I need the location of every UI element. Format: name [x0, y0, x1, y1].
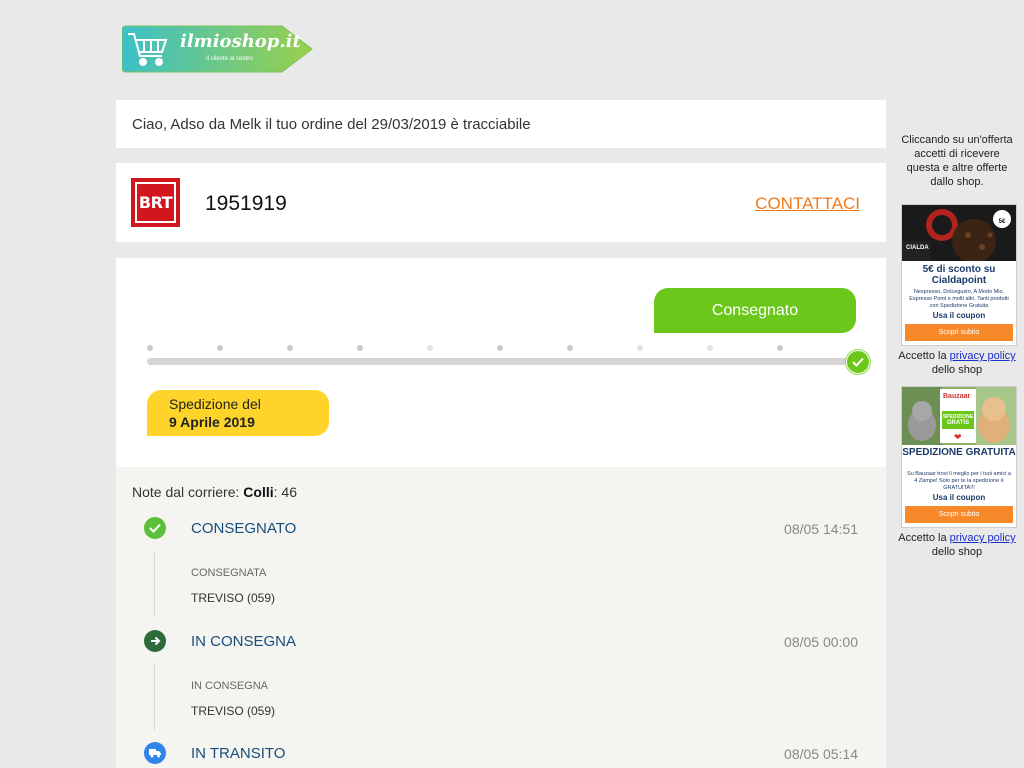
- accept-prefix: Accetto la: [898, 532, 950, 544]
- privacy-accept-1: Accetto la privacy policy dello shop: [897, 349, 1017, 377]
- event-location: TREVISO (059): [191, 591, 276, 605]
- ad-headline: SPEDIZIONE GRATUITA: [902, 447, 1016, 458]
- progress-dot: [777, 345, 783, 351]
- colli-value: : 46: [273, 484, 297, 500]
- progress-dot: [567, 345, 573, 351]
- tracking-history: Note dal corriere: Colli: 46 CONSEGNATO …: [116, 467, 886, 768]
- progress-complete-icon: [846, 350, 870, 374]
- privacy-policy-link[interactable]: privacy policy: [950, 350, 1016, 362]
- ad-cialdapoint[interactable]: 5€ CIALDA 5€ di sconto su Cialdapoint Ne…: [901, 204, 1017, 346]
- ad-brand: CIALDA: [906, 245, 929, 251]
- progress-dot: [147, 345, 153, 351]
- ad-badge-line2: GRATIS: [946, 420, 970, 426]
- event-detail: CONSEGNATA: [191, 567, 267, 579]
- status-pill-label: Consegnato: [711, 301, 799, 319]
- greeting-card: Ciao, Adso da Melk il tuo ordine del 29/…: [116, 100, 886, 148]
- tracking-number: 1951919: [205, 192, 287, 215]
- arrow-right-icon: [144, 630, 166, 652]
- brt-logo: BRT: [131, 178, 180, 227]
- greeting-text: Ciao, Adso da Melk il tuo ordine del 29/…: [132, 116, 531, 133]
- ad-discover-button[interactable]: Scopri subito: [905, 506, 1013, 523]
- event-time: 08/05 05:14: [784, 746, 858, 762]
- logo-text: ilmioshop.it: [180, 31, 301, 52]
- logo-tagline: Il cliente al centro: [206, 56, 253, 62]
- truck-icon: [144, 742, 166, 764]
- ad-cta-text: Usa il coupon: [932, 311, 986, 320]
- ad-cta-text: Usa il coupon: [932, 493, 986, 502]
- progress-dots: [116, 343, 886, 353]
- ad-headline: 5€ di sconto su Cialdapoint: [922, 264, 996, 286]
- shipment-line1: Spedizione del: [169, 396, 261, 412]
- shipment-line2: 9 Aprile 2019: [169, 414, 255, 430]
- ad-body: Su Bauzaar trovi il meglio per i tuoi am…: [907, 471, 1011, 491]
- status-panel: Consegnato Spedizione del 9 Aprile 2019: [116, 258, 886, 468]
- contact-link[interactable]: CONTATTACI: [755, 194, 860, 214]
- shop-logo[interactable]: ilmioshop.it Il cliente al centro: [121, 24, 314, 74]
- event-title: IN TRANSITO: [191, 745, 286, 762]
- notes-prefix: Note dal corriere:: [132, 484, 244, 500]
- timeline-line: [154, 664, 155, 730]
- ad-bauzaar[interactable]: Bauzaar SPEDIZIONE GRATIS ❤ SPEDIZIONE G…: [901, 386, 1017, 528]
- event-time: 08/05 14:51: [784, 521, 858, 537]
- progress-dot: [287, 345, 293, 351]
- ad-badge: 5€: [998, 219, 1006, 225]
- brt-logo-text: BRT: [138, 193, 173, 212]
- privacy-policy-link[interactable]: privacy policy: [950, 532, 1016, 544]
- progress-dot: [637, 345, 643, 351]
- event-title: CONSEGNATO: [191, 520, 297, 537]
- event-time: 08/05 00:00: [784, 634, 858, 650]
- accept-suffix: dello shop: [931, 364, 983, 376]
- ad-brand: Bauzaar: [943, 393, 971, 400]
- progress-dot: [427, 345, 433, 351]
- progress-dot: [217, 345, 223, 351]
- progress-dot: [497, 345, 503, 351]
- event-detail: IN CONSEGNA: [191, 680, 269, 692]
- coffee-ad-image: [902, 205, 1016, 261]
- courier-notes: Note dal corriere: Colli: 46: [132, 484, 297, 500]
- accept-prefix: Accetto la: [898, 350, 950, 362]
- colli-label: Colli: [243, 484, 274, 500]
- progress-bar: [147, 358, 857, 365]
- check-icon: [144, 517, 166, 539]
- progress-dot: [707, 345, 713, 351]
- sidebar-intro: Cliccando su un'offerta accetti di ricev…: [901, 134, 1013, 188]
- paw-icon: ❤: [954, 432, 962, 442]
- ad-body: Nespresso, Dolcegusto, A Modo Mio, Espre…: [909, 289, 1009, 309]
- ad-discover-button[interactable]: Scopri subito: [905, 324, 1013, 341]
- event-title: IN CONSEGNA: [191, 633, 297, 650]
- privacy-accept-2: Accetto la privacy policy dello shop: [897, 531, 1017, 559]
- shipment-date-pill: Spedizione del 9 Aprile 2019: [147, 390, 329, 436]
- progress-dot: [357, 345, 363, 351]
- timeline-line: [154, 551, 155, 617]
- status-pill: Consegnato: [654, 288, 856, 333]
- event-location: TREVISO (059): [191, 704, 276, 718]
- courier-card: BRT 1951919 CONTATTACI: [116, 163, 886, 242]
- accept-suffix: dello shop: [931, 546, 983, 558]
